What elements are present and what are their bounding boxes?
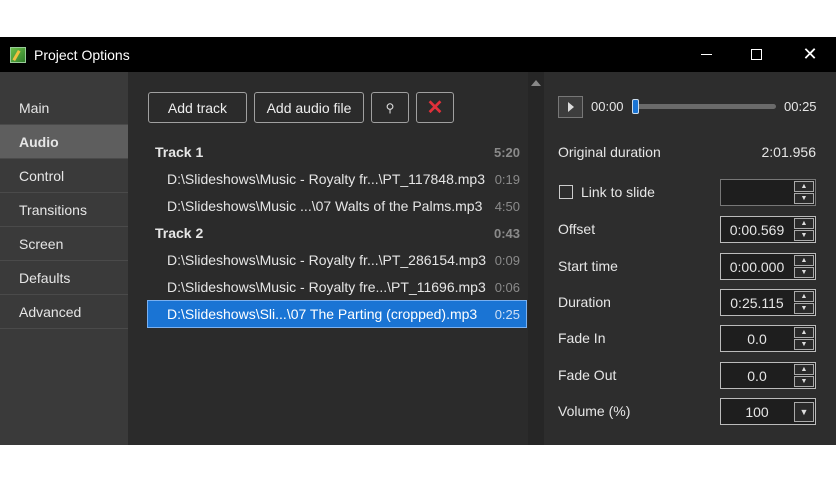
position-slider[interactable] — [632, 99, 776, 114]
track-name: Track 2 — [155, 225, 204, 241]
track-header[interactable]: Track 1 5:20 — [148, 139, 526, 165]
offset-label: Offset — [558, 221, 596, 237]
minimize-icon — [700, 54, 712, 55]
file-duration: 0:09 — [494, 252, 520, 268]
spin-up-icon[interactable]: ▲ — [794, 181, 814, 192]
file-path: D:\Slideshows\Sli...\07 The Parting (cro… — [167, 306, 478, 322]
title-bar: Project Options ✕ — [0, 37, 836, 72]
spin-up-icon[interactable]: ▲ — [794, 364, 814, 375]
file-path: D:\Slideshows\Music - Royalty fr...\PT_2… — [167, 252, 487, 268]
start-time-label: Start time — [558, 258, 618, 274]
list-item[interactable]: D:\Slideshows\Music ...\07 Walts of the … — [148, 193, 526, 219]
spin-down-icon[interactable]: ▼ — [794, 339, 814, 350]
sidebar-item-main[interactable]: Main — [0, 91, 128, 125]
close-button[interactable]: ✕ — [784, 37, 836, 72]
start-time-value[interactable]: 0:00.000 — [721, 254, 793, 279]
volume-select[interactable]: 100 ▼ — [720, 398, 816, 425]
volume-label: Volume (%) — [558, 403, 631, 419]
track-header[interactable]: Track 2 0:43 — [148, 220, 526, 246]
duration-label: Duration — [558, 294, 611, 310]
spin-up-icon[interactable]: ▲ — [794, 327, 814, 338]
file-duration: 0:25 — [494, 306, 520, 322]
sidebar-item-screen[interactable]: Screen — [0, 227, 128, 261]
list-item-selected[interactable]: D:\Slideshows\Sli...\07 The Parting (cro… — [147, 300, 527, 328]
sidebar-item-control[interactable]: Control — [0, 159, 128, 193]
play-icon — [567, 102, 574, 112]
slider-thumb[interactable] — [632, 99, 639, 114]
delete-icon: ✕ — [426, 97, 444, 119]
volume-value: 100 — [745, 403, 769, 420]
spin-down-icon[interactable]: ▼ — [794, 230, 814, 241]
spin-down-icon[interactable]: ▼ — [794, 303, 814, 314]
pin-icon: ⚲ — [385, 100, 395, 115]
total-time: 00:25 — [784, 99, 817, 114]
original-duration-label: Original duration — [558, 144, 661, 160]
window-title: Project Options — [34, 46, 130, 63]
fade-in-input[interactable]: 0.0 ▲ ▼ — [720, 325, 816, 352]
track-list-panel: Add track Add audio file ⚲ ✕ Track 1 5:20… — [128, 72, 528, 445]
spin-up-icon[interactable]: ▲ — [794, 255, 814, 266]
add-audio-file-button[interactable]: Add audio file — [254, 92, 364, 123]
spin-up-icon[interactable]: ▲ — [794, 218, 814, 229]
delete-button[interactable]: ✕ — [416, 92, 454, 123]
fade-out-label: Fade Out — [558, 367, 617, 383]
edit-button[interactable]: ⚲ — [371, 92, 409, 123]
close-icon: ✕ — [802, 44, 818, 64]
sidebar-item-advanced[interactable]: Advanced — [0, 295, 128, 329]
start-time-input[interactable]: 0:00.000 ▲ ▼ — [720, 253, 816, 280]
link-slide-spinner[interactable]: ▲ ▼ — [720, 179, 816, 206]
file-duration: 0:06 — [494, 279, 520, 295]
fade-out-input[interactable]: 0.0 ▲ ▼ — [720, 362, 816, 389]
file-path: D:\Slideshows\Music - Royalty fre...\PT_… — [167, 279, 486, 295]
minimize-button[interactable] — [680, 37, 732, 72]
sidebar-item-transitions[interactable]: Transitions — [0, 193, 128, 227]
track-duration: 5:20 — [493, 144, 520, 160]
track-name: Track 1 — [155, 144, 204, 160]
scrollbar[interactable] — [528, 72, 544, 445]
offset-input[interactable]: 0:00.569 ▲ ▼ — [720, 216, 816, 243]
sidebar-item-defaults[interactable]: Defaults — [0, 261, 128, 295]
sidebar-item-audio[interactable]: Audio — [0, 125, 128, 159]
file-path: D:\Slideshows\Music ...\07 Walts of the … — [167, 198, 483, 214]
sidebar: Main Audio Control Transitions Screen De… — [0, 72, 128, 445]
app-icon — [10, 46, 26, 63]
project-options-window: Project Options ✕ Main Audio Control Tra… — [0, 37, 836, 445]
fade-in-value[interactable]: 0.0 — [721, 326, 793, 351]
properties-panel: 00:00 00:25 Original duration 2:01.956 L… — [544, 72, 836, 445]
duration-value[interactable]: 0:25.115 — [721, 290, 793, 315]
track-duration: 0:43 — [493, 225, 520, 241]
maximize-button[interactable] — [730, 37, 782, 72]
fade-out-value[interactable]: 0.0 — [721, 363, 793, 388]
current-time: 00:00 — [591, 99, 624, 114]
list-item[interactable]: D:\Slideshows\Music - Royalty fre...\PT_… — [148, 274, 526, 300]
offset-value[interactable]: 0:00.569 — [721, 217, 793, 242]
play-button[interactable] — [558, 96, 583, 118]
spin-down-icon[interactable]: ▼ — [794, 267, 814, 278]
link-to-slide-label: Link to slide — [581, 184, 655, 200]
maximize-icon — [750, 49, 762, 60]
list-item[interactable]: D:\Slideshows\Music - Royalty fr...\PT_2… — [148, 247, 526, 273]
chevron-down-icon[interactable]: ▼ — [794, 401, 814, 422]
file-duration: 4:50 — [494, 198, 520, 214]
fade-in-label: Fade In — [558, 330, 606, 346]
scroll-up-icon — [531, 80, 541, 86]
link-to-slide-checkbox[interactable] — [559, 185, 573, 199]
add-track-button[interactable]: Add track — [148, 92, 247, 123]
spin-down-icon[interactable]: ▼ — [794, 376, 814, 387]
spin-up-icon[interactable]: ▲ — [794, 291, 814, 302]
original-duration-value: 2:01.956 — [761, 144, 817, 160]
spin-down-icon[interactable]: ▼ — [794, 193, 814, 204]
list-item[interactable]: D:\Slideshows\Music - Royalty fr...\PT_1… — [148, 166, 526, 192]
file-path: D:\Slideshows\Music - Royalty fr...\PT_1… — [167, 171, 485, 187]
duration-input[interactable]: 0:25.115 ▲ ▼ — [720, 289, 816, 316]
file-duration: 0:19 — [494, 171, 520, 187]
